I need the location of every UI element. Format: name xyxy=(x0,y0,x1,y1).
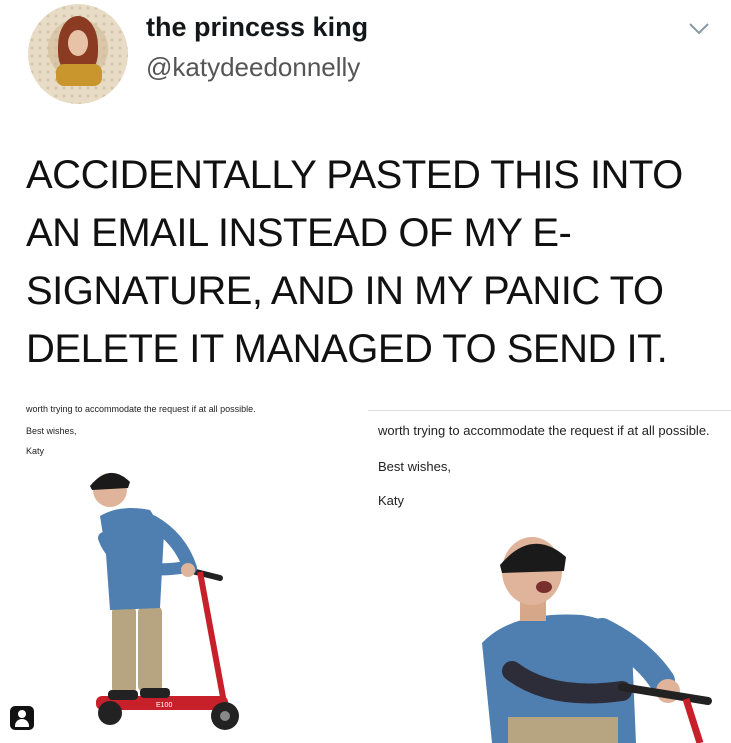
avatar-scarf xyxy=(56,64,102,86)
email-body-text: worth trying to accommodate the request … xyxy=(26,404,256,414)
user-icon-body xyxy=(15,719,29,727)
boy-on-scooter-image: E100 xyxy=(60,468,250,738)
email-body-text: worth trying to accommodate the request … xyxy=(378,423,710,438)
boy-on-scooter-image-zoomed xyxy=(472,531,722,743)
email-screenshot-large: worth trying to accommodate the request … xyxy=(368,410,731,743)
email-signature: Katy xyxy=(378,493,405,508)
tweet-header: the princess king @katydeedonnelly xyxy=(0,0,731,110)
user-icon[interactable] xyxy=(10,706,34,730)
tweet-text: ACCIDENTALLY PASTED THIS INTO AN EMAIL I… xyxy=(26,146,716,378)
tweet-text-line: SIGNATURE, AND IN MY PANIC TO xyxy=(26,269,664,313)
user-icon-head xyxy=(18,710,26,718)
display-name[interactable]: the princess king xyxy=(146,12,368,43)
email-signature: Katy xyxy=(26,446,45,456)
tweet-text-line: ACCIDENTALLY PASTED THIS INTO xyxy=(26,153,683,197)
avatar[interactable] xyxy=(28,4,128,104)
chevron-down-icon[interactable] xyxy=(688,22,710,36)
email-signoff: Best wishes, xyxy=(378,459,451,474)
email-signoff: Best wishes, xyxy=(26,426,77,436)
user-handle[interactable]: @katydeedonnelly xyxy=(146,52,360,83)
tweet-text-line: DELETE IT MANAGED TO SEND IT. xyxy=(26,327,668,371)
tweet-text-line: AN EMAIL INSTEAD OF MY E- xyxy=(26,211,572,255)
scooter-label: E100 xyxy=(156,702,172,709)
email-screenshot-small: worth trying to accommodate the request … xyxy=(0,396,360,742)
avatar-face xyxy=(68,30,88,56)
